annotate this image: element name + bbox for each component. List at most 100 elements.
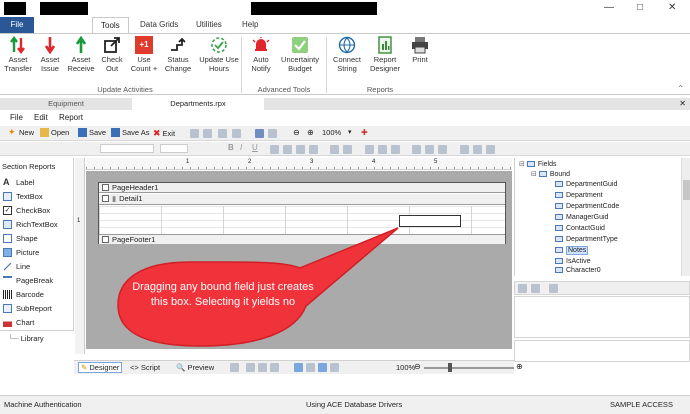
pointer-icon[interactable] xyxy=(318,363,327,372)
cut-icon[interactable] xyxy=(218,129,227,138)
tab-utilities[interactable]: Utilities xyxy=(188,17,230,33)
tab-tools[interactable]: Tools xyxy=(92,17,129,33)
properties-grid[interactable] xyxy=(514,296,690,338)
tree-field[interactable]: DepartmentGuid xyxy=(555,180,617,190)
use-count-button[interactable]: +1 Use Count + xyxy=(127,36,161,73)
align-bottom-icon[interactable] xyxy=(391,145,400,154)
tree-collapse-icon[interactable]: ⊟ xyxy=(519,161,525,168)
property-pages-icon[interactable] xyxy=(549,284,558,293)
undo-icon[interactable] xyxy=(190,129,199,138)
check-out-button[interactable]: Check Out xyxy=(95,36,129,73)
delete-icon[interactable] xyxy=(232,129,241,138)
align-middle-icon[interactable] xyxy=(378,145,387,154)
toolbox-item-chart[interactable]: Chart xyxy=(2,316,72,328)
snap-lines-icon[interactable] xyxy=(294,363,303,372)
tree-node-bound[interactable]: ⊟ Bound xyxy=(531,170,570,180)
new-button[interactable]: ✦ New xyxy=(8,128,34,138)
toolbox-item-textbox[interactable]: TextBox xyxy=(2,190,72,203)
view-single-icon[interactable] xyxy=(246,363,255,372)
toolbox-item-shape[interactable]: Shape xyxy=(2,232,72,245)
uncertainty-budget-button[interactable]: Uncertainty Budget xyxy=(278,36,322,73)
align-center-icon[interactable] xyxy=(283,145,292,154)
tab-designer[interactable]: ✎ Designer xyxy=(78,362,123,373)
menu-report[interactable]: Report xyxy=(59,113,83,122)
grid-icon[interactable] xyxy=(268,129,277,138)
tree-field[interactable]: DepartmentCode xyxy=(555,202,619,212)
tab-file[interactable]: File xyxy=(0,17,34,33)
maximize-icon[interactable]: □ xyxy=(637,2,643,13)
asset-receive-button[interactable]: Asset Receive xyxy=(64,36,98,73)
zoom-level[interactable]: 100% xyxy=(322,128,341,137)
align-right-icon[interactable] xyxy=(296,145,305,154)
tab-preview[interactable]: 🔍 Preview xyxy=(176,363,214,372)
tab-script[interactable]: <> Script xyxy=(130,363,160,372)
update-use-hours-button[interactable]: Update Use Hours xyxy=(199,36,239,73)
toolbox-item-checkbox[interactable]: ✓ CheckBox xyxy=(2,204,72,217)
same-size-icon[interactable] xyxy=(438,145,447,154)
tab-help[interactable]: Help xyxy=(234,17,266,33)
report-canvas[interactable]: PageHeader1 ▮ Detail1 PageFooter1 xyxy=(98,182,506,244)
view-double-icon[interactable] xyxy=(258,363,267,372)
scrollbar-thumb[interactable] xyxy=(683,180,690,200)
asset-transfer-button[interactable]: Asset Transfer xyxy=(1,36,35,73)
alphabetical-icon[interactable] xyxy=(531,284,540,293)
redo-icon[interactable] xyxy=(203,129,212,138)
bullets-icon[interactable] xyxy=(330,145,339,154)
zoom-slider-thumb[interactable] xyxy=(448,363,452,372)
align-top-icon[interactable] xyxy=(365,145,374,154)
toolbox-item-label[interactable]: A Label xyxy=(2,176,72,189)
collapse-toggle-icon[interactable] xyxy=(102,195,109,202)
underline-icon[interactable]: U xyxy=(252,143,258,152)
tab-data-grids[interactable]: Data Grids xyxy=(132,17,186,33)
bring-front-icon[interactable] xyxy=(473,145,482,154)
justify-icon[interactable] xyxy=(309,145,318,154)
zoom-dropdown-icon[interactable]: ▾ xyxy=(348,128,352,136)
hand-icon[interactable] xyxy=(330,363,339,372)
doc-tab-equipment[interactable]: Equipment xyxy=(0,98,132,110)
toolbox-item-subreport[interactable]: SubReport xyxy=(2,302,72,315)
exit-button[interactable]: ✖ Exit xyxy=(153,128,175,139)
tree-field[interactable]: ManagerGuid xyxy=(555,213,608,223)
layout-icon[interactable] xyxy=(230,363,239,372)
tree-node-fields[interactable]: ⊟ Fields xyxy=(519,160,557,170)
tree-field-selected[interactable]: Notes xyxy=(555,246,589,256)
view-icon[interactable] xyxy=(255,129,264,138)
zoom-slider-track[interactable] xyxy=(424,367,514,369)
zoom-out-icon[interactable]: ⊖ xyxy=(293,128,300,137)
align-left-icon[interactable] xyxy=(270,145,279,154)
toolbox-item-line[interactable]: Line xyxy=(2,260,72,273)
zoom-in-icon[interactable]: ⊕ xyxy=(307,128,314,137)
status-change-button[interactable]: Status Change xyxy=(161,36,195,73)
toolbox-item-pagebreak[interactable]: PageBreak xyxy=(2,274,72,287)
same-width-icon[interactable] xyxy=(412,145,421,154)
close-icon[interactable]: ✕ xyxy=(668,2,676,13)
page-header-band[interactable]: PageHeader1 xyxy=(99,183,505,193)
save-as-button[interactable]: Save As xyxy=(111,128,150,137)
ribbon-collapse-icon[interactable]: ⌃ xyxy=(677,84,684,93)
detail-section-grid[interactable] xyxy=(99,206,505,234)
zoom-in-icon[interactable]: ⊕ xyxy=(516,362,523,371)
collapse-toggle-icon[interactable] xyxy=(102,184,109,191)
move-icon[interactable]: ✚ xyxy=(361,128,368,137)
auto-notify-button[interactable]: Auto Notify xyxy=(244,36,278,73)
tree-scrollbar[interactable] xyxy=(681,158,690,276)
bound-field-box[interactable] xyxy=(399,215,461,227)
menu-edit[interactable]: Edit xyxy=(34,113,48,122)
tree-field[interactable]: Character0 xyxy=(555,266,601,276)
minimize-icon[interactable]: — xyxy=(604,2,614,13)
menu-file[interactable]: File xyxy=(10,113,23,122)
italic-icon[interactable]: I xyxy=(240,143,242,152)
view-multi-icon[interactable] xyxy=(270,363,279,372)
collapse-toggle-icon[interactable] xyxy=(102,236,109,243)
tree-field[interactable]: Department xyxy=(555,191,603,201)
toolbox-item-barcode[interactable]: Barcode xyxy=(2,288,72,301)
snap-grid-icon[interactable] xyxy=(306,363,315,372)
numbering-icon[interactable] xyxy=(343,145,352,154)
toolbox-item-richtextbox[interactable]: RichTextBox xyxy=(2,218,72,231)
open-button[interactable]: Open xyxy=(40,128,69,137)
library-label[interactable]: └─ Library xyxy=(8,334,44,343)
page-footer-band[interactable]: PageFooter1 xyxy=(99,234,505,244)
tree-collapse-icon[interactable]: ⊟ xyxy=(531,171,537,178)
tree-field[interactable]: ContactGuid xyxy=(555,224,605,234)
send-back-icon[interactable] xyxy=(486,145,495,154)
